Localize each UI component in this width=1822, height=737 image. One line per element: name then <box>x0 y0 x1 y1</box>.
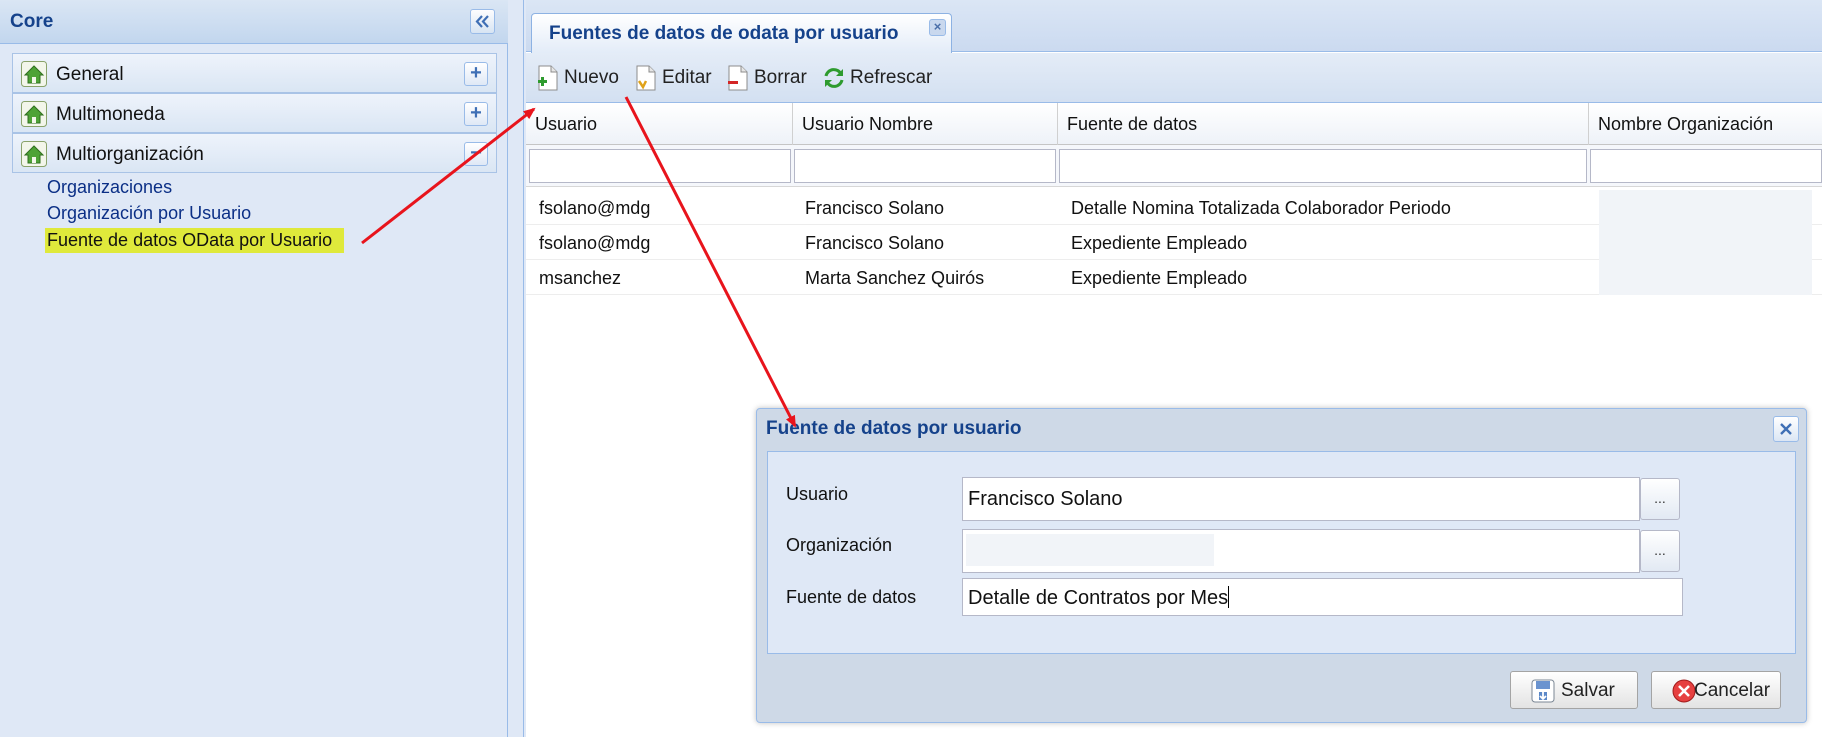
save-icon <box>1531 679 1555 703</box>
dialog-close-button[interactable] <box>1773 416 1799 442</box>
new-doc-icon <box>538 65 558 91</box>
fuente-datos-label: Fuente de datos <box>786 587 917 607</box>
nav-link-organizaciones[interactable]: Organizaciones <box>47 177 172 198</box>
new-button[interactable]: Nuevo <box>536 64 622 92</box>
home-icon <box>21 101 47 127</box>
tab-label: Fuentes de datos de odata por usuario <box>549 23 899 44</box>
table-row[interactable]: fsolano@mdg Francisco Solano Detalle Nom… <box>526 190 1822 225</box>
dialog-form: Usuario Francisco Solano ... Organizació… <box>767 451 1796 654</box>
refresh-icon <box>824 68 844 88</box>
usuario-field[interactable]: Francisco Solano <box>962 477 1640 521</box>
edit-button[interactable]: Editar <box>634 64 718 92</box>
nav-section-multimoneda[interactable]: Multimoneda + <box>12 93 497 133</box>
column-fuente-datos[interactable]: Fuente de datos <box>1058 103 1589 145</box>
cell-fuente-datos: Detalle Nomina Totalizada Colaborador Pe… <box>1071 198 1451 218</box>
tab-strip: Fuentes de datos de odata por usuario × <box>526 0 1822 53</box>
filter-usuario-input[interactable] <box>529 149 791 183</box>
nav-section-label: Multiorganización <box>56 144 204 165</box>
cell-usuario: fsolano@mdg <box>539 198 651 218</box>
home-icon <box>21 141 47 167</box>
nav-section-general[interactable]: General + <box>12 53 497 93</box>
close-icon <box>1780 423 1792 435</box>
delete-button[interactable]: Borrar <box>726 64 812 92</box>
expand-button[interactable]: + <box>464 62 488 86</box>
cancel-button-label: Cancelar <box>1694 680 1771 701</box>
nav-title: Core <box>10 11 54 32</box>
cell-nombre-organizacion <box>1599 225 1812 260</box>
column-nombre-organizacion[interactable]: Nombre Organización <box>1589 103 1822 145</box>
fuente-datos-value: Detalle de Contratos por Mes <box>968 587 1229 609</box>
save-button-label: Salvar <box>1561 680 1615 701</box>
cell-usuario-nombre: Francisco Solano <box>805 198 945 218</box>
filter-row <box>526 145 1822 187</box>
collapse-left-icon <box>475 15 489 28</box>
home-icon <box>21 61 47 87</box>
expand-button[interactable]: + <box>464 102 488 126</box>
usuario-label: Usuario <box>786 484 849 504</box>
cell-usuario: msanchez <box>539 268 622 288</box>
nav-link-fuente-datos-odata[interactable]: Fuente de datos OData por Usuario <box>45 228 345 253</box>
table-row[interactable]: msanchez Marta Sanchez Quirós Expediente… <box>526 260 1822 295</box>
toolbar: Nuevo Editar Borrar Refrescar <box>526 53 1822 103</box>
nav-section-multiorganizacion[interactable]: Multiorganización − <box>12 133 497 173</box>
delete-doc-icon <box>728 65 748 91</box>
text-cursor <box>1228 586 1230 608</box>
collapse-panel-button[interactable] <box>470 9 495 34</box>
refresh-button-label: Refrescar <box>850 67 933 88</box>
close-icon[interactable]: × <box>929 19 946 36</box>
nav-panel: Core General + Multimoneda + Multiorgani… <box>0 0 508 737</box>
refresh-button[interactable]: Refrescar <box>822 64 938 92</box>
column-label: Nombre Organización <box>1598 114 1774 134</box>
cell-fuente-datos: Expediente Empleado <box>1071 233 1248 253</box>
cell-usuario: fsolano@mdg <box>539 233 651 253</box>
filter-fuente-datos-input[interactable] <box>1059 149 1587 183</box>
table-row[interactable]: fsolano@mdg Francisco Solano Expediente … <box>526 225 1822 260</box>
column-usuario-nombre[interactable]: Usuario Nombre <box>793 103 1058 145</box>
cancel-icon <box>1672 679 1696 703</box>
nav-section-label: General <box>56 64 124 85</box>
column-usuario[interactable]: Usuario <box>526 103 793 145</box>
column-label: Fuente de datos <box>1067 114 1198 134</box>
cell-nombre-organizacion <box>1599 190 1812 225</box>
cancel-button[interactable]: Cancelar <box>1651 671 1781 709</box>
organizacion-value <box>966 534 1214 566</box>
panel-splitter[interactable] <box>508 0 524 737</box>
organizacion-label: Organización <box>786 535 893 555</box>
grid-header: Usuario Usuario Nombre Fuente de datos N… <box>526 103 1822 145</box>
nav-link-organizacion-por-usuario[interactable]: Organización por Usuario <box>47 203 251 224</box>
edit-button-label: Editar <box>662 67 712 88</box>
organizacion-field[interactable] <box>962 529 1640 573</box>
fuente-datos-combo[interactable]: Detalle de Contratos por Mes <box>962 578 1683 616</box>
column-label: Usuario Nombre <box>802 114 934 134</box>
usuario-value: Francisco Solano <box>968 488 1123 510</box>
nav-section-label: Multimoneda <box>56 104 165 125</box>
filter-usuario-nombre-input[interactable] <box>794 149 1056 183</box>
column-label: Usuario <box>535 114 598 134</box>
tab-fuentes-datos-odata[interactable]: Fuentes de datos de odata por usuario × <box>531 13 952 53</box>
usuario-lookup-button[interactable]: ... <box>1640 478 1680 520</box>
cell-nombre-organizacion <box>1599 260 1812 295</box>
new-button-label: Nuevo <box>564 67 619 88</box>
save-button[interactable]: Salvar <box>1510 671 1638 709</box>
collapse-button[interactable]: − <box>464 142 488 166</box>
delete-button-label: Borrar <box>754 67 807 88</box>
dialog-title: Fuente de datos por usuario <box>766 418 1022 439</box>
nav-header: Core <box>0 0 508 44</box>
dialog-fuente-datos: Fuente de datos por usuario Usuario Fran… <box>756 408 1807 723</box>
edit-doc-icon <box>636 65 656 91</box>
cell-fuente-datos: Expediente Empleado <box>1071 268 1248 288</box>
cell-usuario-nombre: Marta Sanchez Quirós <box>805 268 985 288</box>
cell-usuario-nombre: Francisco Solano <box>805 233 945 253</box>
filter-nombre-organizacion-input[interactable] <box>1590 149 1822 183</box>
organizacion-lookup-button[interactable]: ... <box>1640 530 1680 572</box>
